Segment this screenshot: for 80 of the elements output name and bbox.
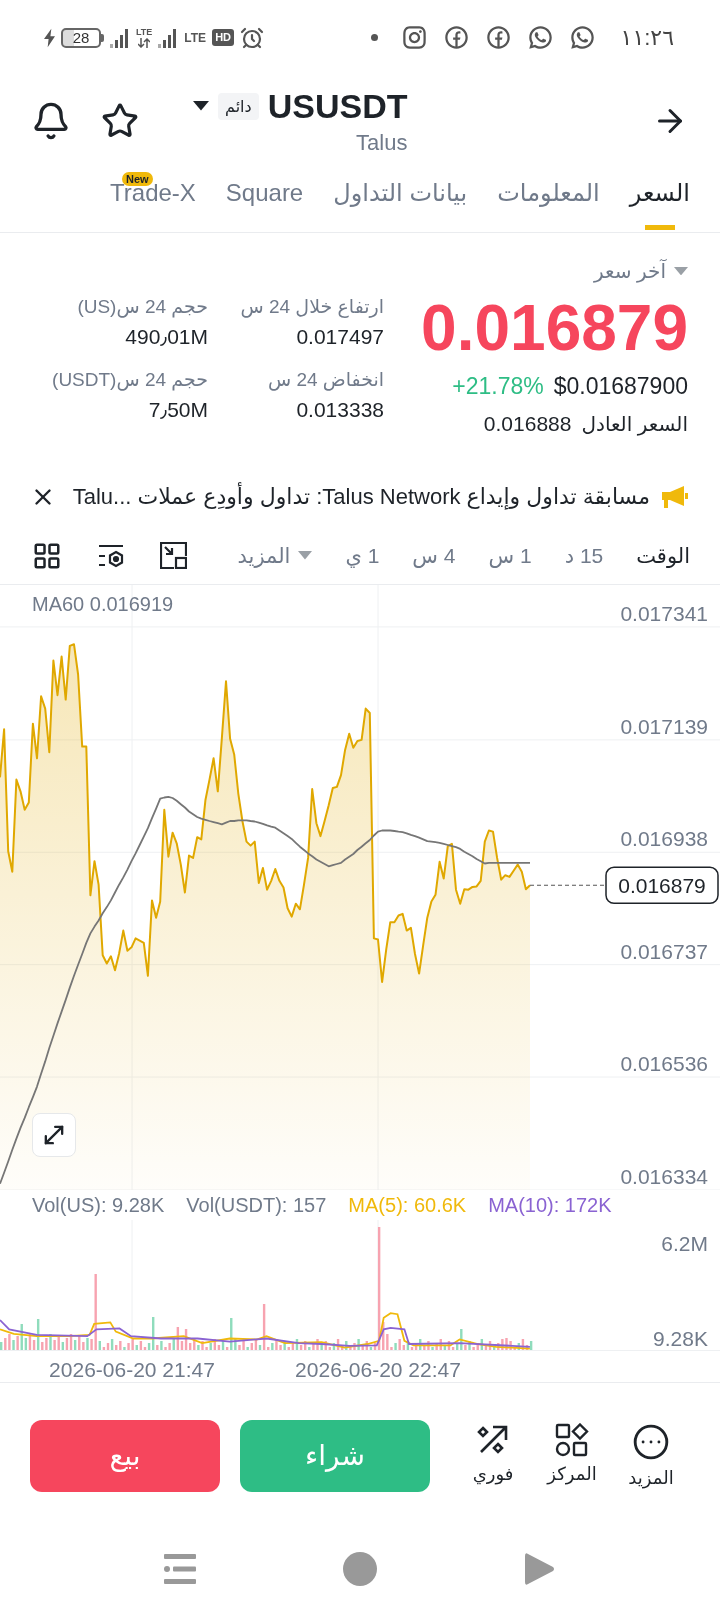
- notification-dot-icon: [370, 34, 378, 41]
- contract-badge: دائم: [218, 92, 259, 120]
- volume-legend-label: MA(10): 172K: [488, 1193, 612, 1217]
- hd-badge: HD: [212, 29, 234, 46]
- caret-icon: [674, 266, 688, 276]
- interval-tab[interactable]: الوقت: [636, 542, 690, 569]
- fullscreen-button[interactable]: [32, 1113, 76, 1157]
- more-intervals-dropdown[interactable]: المزيد: [237, 543, 313, 568]
- axis-label: 0.016536: [620, 1052, 708, 1076]
- axis-label: 0.016938: [620, 827, 708, 851]
- battery-indicator: 28: [61, 27, 104, 48]
- stat-value: 0.017497: [296, 324, 384, 349]
- price-change: +21.78%: [452, 373, 544, 400]
- camera-outline-icon: [400, 24, 428, 51]
- tab[interactable]: Square: [225, 170, 304, 232]
- bell-icon[interactable]: [31, 101, 71, 141]
- tab[interactable]: Trade-X New: [110, 170, 196, 232]
- back-icon[interactable]: [525, 1552, 555, 1586]
- stat-value: 7٫50M: [148, 397, 208, 422]
- star-icon[interactable]: [101, 102, 139, 140]
- tab[interactable]: السعر: [629, 170, 690, 232]
- announcement-text[interactable]: مسابقة تداول وإيداع Talus Network: تداول وأودِع عملات ...Talu: [68, 484, 650, 510]
- alarm-clock-icon: [240, 25, 264, 50]
- volume-legend-label: Vol(USDT): 157: [186, 1193, 327, 1217]
- network-type-label: LTE: [136, 27, 153, 37]
- tab[interactable]: المعلومات: [497, 170, 600, 232]
- time-axis-label: 2026-06-20 22:47: [295, 1358, 461, 1381]
- axis-label: 0.016737: [620, 939, 708, 963]
- price-type-dropdown[interactable]: آخر سعر: [594, 259, 688, 283]
- stat-value: 490٫01M: [125, 324, 208, 349]
- circle-f-logo-icon: [442, 24, 470, 51]
- stat-label: حجم 24 س(USDT): [52, 368, 208, 391]
- symbol-subtitle: Talus: [356, 130, 408, 156]
- volume-legend-label: MA(5): 60.6K: [348, 1193, 467, 1217]
- fair-price-label: السعر العادل: [581, 411, 688, 436]
- charging-bolt-icon: [44, 27, 55, 48]
- home-icon[interactable]: [343, 1552, 377, 1586]
- phone-bubble-icon: [526, 24, 554, 51]
- status-time: ١١:٢٦: [620, 24, 674, 51]
- caret-icon: [193, 101, 209, 111]
- sell-button[interactable]: بيع: [30, 1419, 220, 1492]
- stat-label: انخفاض 24 س: [267, 368, 384, 391]
- toolbar-action[interactable]: فوري: [463, 1422, 523, 1489]
- buy-button[interactable]: شراء: [240, 1419, 430, 1492]
- axis-label: 0.017341: [620, 601, 708, 625]
- stat-value: 0.013338: [296, 397, 384, 422]
- shapes-grid-icon: [555, 1422, 589, 1457]
- toolbar-action[interactable]: المزيد: [621, 1422, 681, 1489]
- circle-f-logo-icon: [484, 24, 512, 51]
- resize-icon[interactable]: [160, 542, 187, 569]
- phone-bubble-icon: [568, 24, 596, 51]
- stat-label: حجم 24 س(US): [77, 295, 208, 318]
- stat-label: ارتفاع خلال 24 س: [240, 295, 384, 318]
- interval-tab[interactable]: 1 س: [488, 542, 532, 569]
- last-price-tag: 0.016879: [605, 866, 719, 904]
- network-type-label: LTE: [184, 31, 207, 44]
- toolbar-action[interactable]: المركز: [542, 1422, 602, 1489]
- axis-label: 0.016334: [620, 1165, 708, 1188]
- symbol-title[interactable]: USUSDT: [267, 86, 408, 126]
- fair-price-value: 0.016888: [483, 411, 572, 436]
- axis-label: 6.2M: [661, 1232, 708, 1255]
- indicator-settings-icon[interactable]: [97, 542, 125, 569]
- last-price: 0.016879: [421, 293, 688, 363]
- axis-label: 9.28K: [653, 1327, 708, 1350]
- volume-legend-label: Vol(US): 9.28K: [32, 1193, 165, 1217]
- axis-label: 0.017139: [620, 714, 708, 738]
- interval-tab[interactable]: 15 د: [564, 542, 604, 569]
- interval-tab[interactable]: 1 ي: [345, 542, 380, 569]
- moving-average-label: MA60 0.016919: [32, 593, 174, 615]
- signal-icon: [158, 27, 179, 48]
- recents-icon[interactable]: [164, 1554, 196, 1584]
- time-axis-label: 2026-06-20 21:47: [49, 1358, 215, 1381]
- data-arrows-icon: [138, 37, 151, 48]
- megaphone-icon: [662, 486, 688, 508]
- signal-icon: [110, 27, 130, 48]
- tab[interactable]: بيانات التداول: [333, 170, 468, 232]
- usd-price: $0.01687900: [553, 373, 688, 400]
- caret-icon: [298, 551, 313, 560]
- interval-tab[interactable]: 4 س: [412, 542, 456, 569]
- more-icon: [632, 1422, 670, 1461]
